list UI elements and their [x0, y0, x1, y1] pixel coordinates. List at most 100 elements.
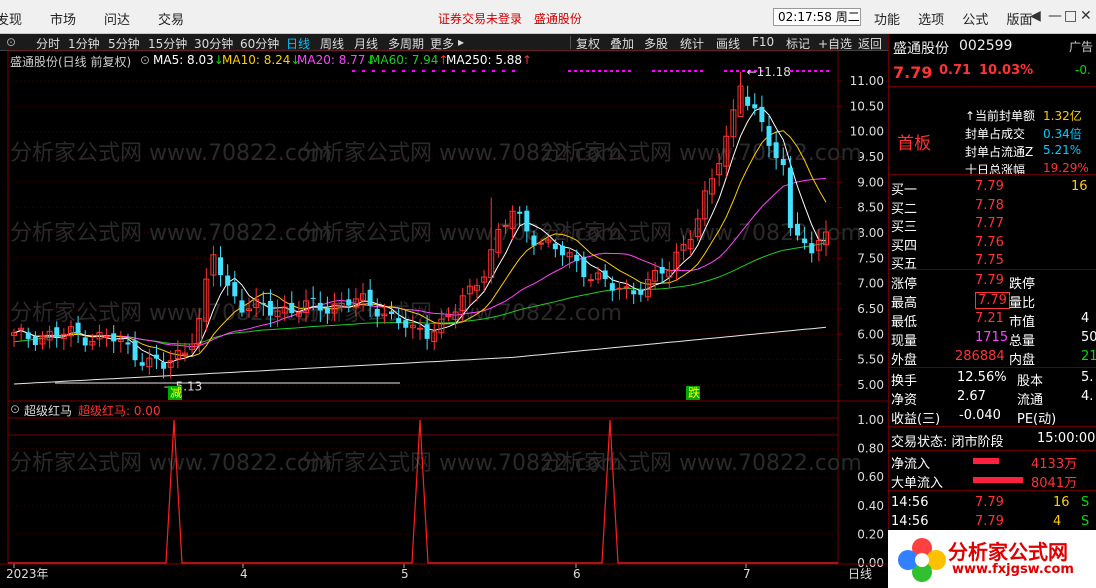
ma250-label: MA250: 5.88↑: [446, 53, 533, 67]
candle-body-down: [559, 245, 565, 256]
ad-label[interactable]: 广告: [1069, 38, 1093, 55]
candle-body-down: [759, 106, 765, 123]
signal-dot: [796, 70, 799, 72]
ad-value: -0.: [1075, 63, 1091, 77]
signal-dot: [652, 70, 655, 72]
menu-layout[interactable]: 版面: [1006, 13, 1032, 28]
stat-value: 7.21: [975, 311, 1004, 326]
candle-body-down: [552, 243, 558, 250]
login-status-text[interactable]: 证券交易未登录: [438, 12, 522, 26]
seal-label: 封单占流通Z: [965, 145, 1034, 159]
clock: 02:17:58 周二: [773, 8, 861, 26]
stat-row: 收益(三) -0.040 PE(动): [889, 407, 1096, 427]
candle-body-down: [260, 302, 266, 305]
stat-row: 最低 7.21 市值 4: [889, 310, 1096, 330]
settings-icon[interactable]: ⊙: [10, 402, 20, 416]
signal-dot: [676, 70, 679, 72]
signal-dot: [628, 70, 631, 72]
seal-value: 19.29%: [1043, 161, 1089, 175]
buy-label: 买四: [891, 238, 918, 254]
candle-body-down: [581, 256, 587, 278]
signal-dot: [442, 70, 445, 72]
signal-dot: [808, 70, 811, 72]
candle-body-down: [795, 223, 801, 236]
price-tick-label: 8.50: [857, 201, 884, 215]
candle-body-down: [111, 333, 117, 342]
stat-row: 外盘 286884 内盘 21: [889, 348, 1096, 368]
candle-body-down: [766, 126, 772, 146]
stat-row: 净资 2.67 流通 4.: [889, 388, 1096, 408]
tick-price: 7.79: [975, 495, 1004, 510]
menu-trade[interactable]: 交易: [158, 9, 184, 28]
price-tick-label: 7.50: [857, 251, 884, 265]
stat-value: 12.56%: [957, 370, 1007, 385]
x-tick-label: 6: [573, 567, 581, 581]
signal-dot: [604, 70, 607, 72]
seal-label: ↑当前封单额: [965, 109, 1036, 123]
candle-body-down: [631, 290, 637, 295]
seal-label: 十日总涨幅: [965, 163, 1026, 177]
candle-body-down: [161, 362, 167, 369]
candle-body-down: [780, 159, 786, 166]
candle-body-down: [787, 167, 793, 228]
back-icon[interactable]: ◀: [1030, 8, 1041, 24]
quote-panel: 盛通股份 002599 广告 7.79 0.71 10.03% -0. 首板 ↑…: [888, 34, 1096, 588]
x-tick-label: 5: [401, 567, 409, 581]
flow-bar: [973, 477, 1023, 483]
signal-dot: [482, 70, 485, 72]
candle-body-down: [82, 337, 88, 346]
signal-dot: [814, 70, 817, 72]
flower-logo-icon: [898, 538, 946, 582]
signal-dot: [592, 70, 595, 72]
candle-body-down: [289, 302, 295, 314]
signal-dot: [736, 70, 739, 72]
x-tick-label: 2023年: [6, 567, 49, 581]
signal-dot: [826, 70, 829, 72]
seal-value: 0.34倍: [1043, 127, 1082, 141]
menu-market[interactable]: 市场: [50, 9, 76, 28]
candle-body-up: [445, 315, 452, 318]
price-tick-label: 7.00: [857, 277, 884, 291]
candle-body-down: [239, 300, 245, 313]
price-tick-label: 6.50: [857, 302, 884, 316]
close-icon[interactable]: ✕: [1080, 8, 1092, 24]
candle-body-down: [396, 318, 402, 324]
trade-status-row: 交易状态: 闭市阶段 15:00:00: [889, 430, 1096, 450]
kline-chart[interactable]: 11.0010.5010.009.509.008.508.007.507.006…: [0, 34, 888, 588]
buy-price: 7.75: [975, 253, 1004, 268]
signal-dot: [820, 70, 823, 72]
candle-body-down: [773, 142, 779, 159]
menu-formula[interactable]: 公式: [962, 13, 988, 28]
candle-body-down: [317, 302, 323, 311]
minimize-icon[interactable]: —: [1048, 8, 1062, 24]
candle-body-down: [524, 210, 530, 232]
settings-icon[interactable]: ⊙: [140, 53, 150, 67]
signal-dot: [700, 70, 703, 72]
candle-body-up: [103, 335, 110, 338]
candle-body-down: [389, 311, 395, 315]
candle-body-down: [218, 257, 224, 276]
seal-row: 十日总涨幅 19.29%: [889, 160, 1096, 179]
candle-body-down: [752, 104, 758, 109]
tick-row: 14:56 7.79 16 S: [889, 494, 1096, 513]
signal-dot: [502, 70, 505, 72]
signal-dot: [586, 70, 589, 72]
menu-function[interactable]: 功能: [874, 13, 900, 28]
signal-dot: [392, 70, 395, 72]
trade-time: 15:00:00: [1037, 431, 1096, 446]
x-tick-label: 7: [743, 567, 751, 581]
candle-body-down: [125, 342, 131, 345]
candle-body-down: [403, 320, 409, 328]
menu-discover[interactable]: 发现: [0, 9, 22, 28]
stat-label: 跌停: [1009, 277, 1036, 292]
menu-options[interactable]: 选项: [918, 13, 944, 28]
candle-body-up: [502, 224, 509, 227]
stat-label: 内盘: [1009, 353, 1036, 368]
maximize-icon[interactable]: □: [1064, 8, 1077, 24]
flow-label: 大单流入: [891, 476, 944, 491]
stat-label: 净资: [891, 393, 918, 408]
menu-wenda[interactable]: 问达: [104, 9, 130, 28]
stat-row: 最高 7.79 量比: [889, 291, 1096, 311]
stat-value: 7.79: [975, 292, 1010, 309]
candle-body-down: [659, 266, 665, 274]
